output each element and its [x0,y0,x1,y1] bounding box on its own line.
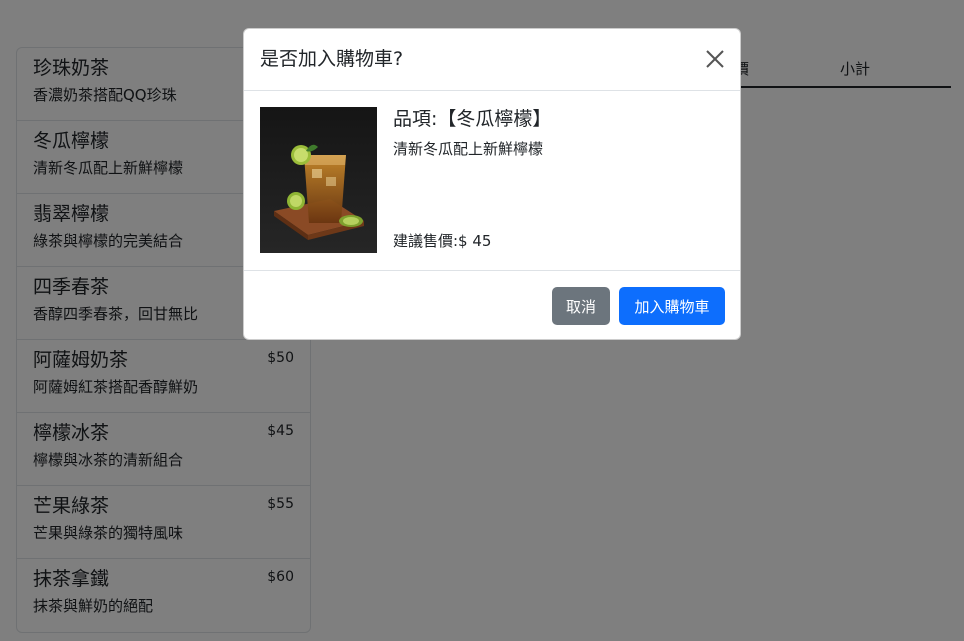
suggested-price: 建議售價:$ 45 [393,232,492,250]
modal-footer: 取消 加入購物車 [244,270,740,340]
add-to-cart-modal: 是否加入購物車? 品項:【冬瓜檸檬】 清新冬瓜配上新鮮檸檬 建議售價:$ 45 … [243,28,741,340]
product-info: 品項:【冬瓜檸檬】 清新冬瓜配上新鮮檸檬 建議售價:$ 45 [393,107,724,253]
add-to-cart-button[interactable]: 加入購物車 [619,287,725,325]
item-description: 清新冬瓜配上新鮮檸檬 [393,140,544,158]
cancel-button[interactable]: 取消 [552,287,610,325]
product-image [260,107,377,253]
close-icon [706,50,724,68]
item-name: 品項:【冬瓜檸檬】 [393,108,552,130]
modal-header: 是否加入購物車? [244,29,740,91]
page: 珍珠奶茶 香濃奶茶搭配QQ珍珠 冬瓜檸檬 清新冬瓜配上新鮮檸檬 翡翠檸檬 綠茶與… [0,0,964,641]
modal-body: 品項:【冬瓜檸檬】 清新冬瓜配上新鮮檸檬 建議售價:$ 45 [244,91,740,270]
modal-title: 是否加入購物車? [260,48,404,70]
close-button[interactable] [704,48,726,70]
